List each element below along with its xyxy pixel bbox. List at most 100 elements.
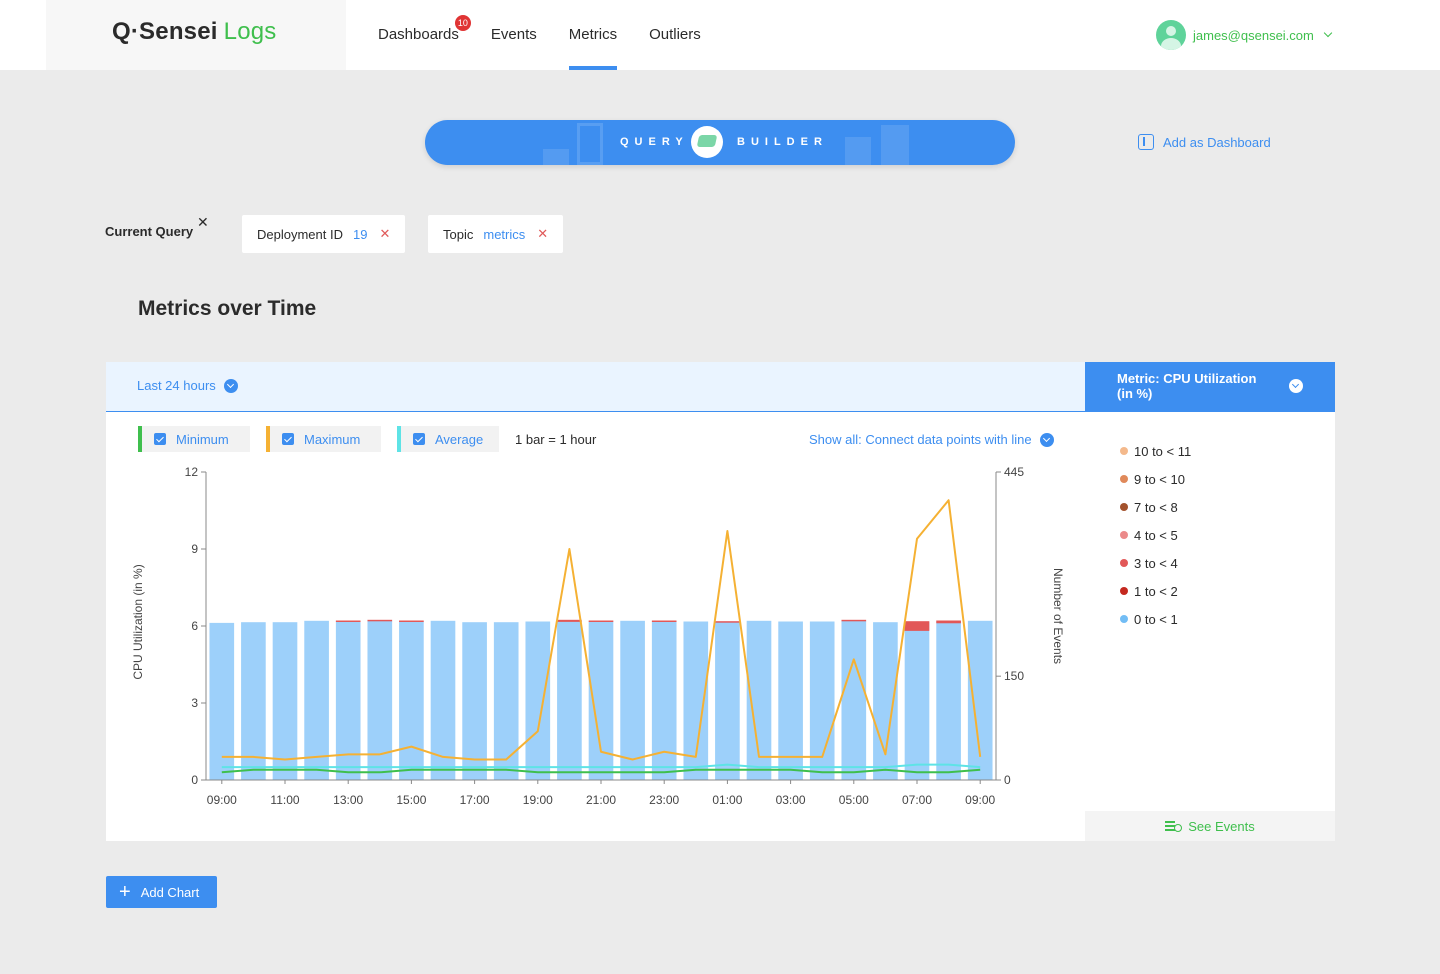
toggle-maximum-label: Maximum [304, 431, 361, 447]
bucket-label: 9 to < 10 [1134, 471, 1185, 487]
nav-outliers[interactable]: Outliers [649, 0, 701, 70]
remove-chip-close-icon[interactable]: ✕ [537, 226, 548, 242]
event-bar-high-bucket [335, 620, 361, 623]
qb-deco-bar [577, 123, 603, 165]
nav-events[interactable]: Events [491, 0, 537, 70]
chevron-down-icon[interactable] [1289, 379, 1303, 393]
y-tick-label: 3 [191, 696, 198, 710]
event-bar [493, 622, 519, 780]
event-bar [367, 620, 393, 780]
logo-brand: Q·Sensei [112, 18, 218, 45]
query-builder-icon [691, 126, 723, 158]
event-bar-high-bucket [715, 621, 740, 623]
bucket-label: 3 to < 4 [1134, 555, 1178, 571]
bucket-label: 1 to < 2 [1134, 583, 1178, 599]
filter-chip-topic: Topic metrics ✕ [428, 215, 564, 253]
chevron-down-icon [223, 378, 238, 393]
query-builder-button[interactable]: QUERY BUILDER [425, 120, 1015, 165]
time-range-label: Last 24 hours [137, 378, 216, 393]
time-range-dropdown[interactable]: Last 24 hours [137, 378, 238, 393]
event-bar [715, 622, 740, 780]
bucket-legend-item[interactable]: 10 to < 11 [1120, 437, 1191, 465]
event-bar-high-bucket [557, 619, 582, 622]
checkbox-checked-icon[interactable] [154, 433, 166, 445]
x-tick-label: 05:00 [839, 793, 869, 807]
show-all-dropdown[interactable]: Show all: Connect data points with line [809, 432, 1054, 447]
event-bar [904, 622, 930, 780]
event-bar [841, 620, 867, 780]
qb-label-right: BUILDER [737, 136, 828, 148]
event-bar-high-bucket [588, 620, 614, 623]
add-as-dashboard-label: Add as Dashboard [1163, 134, 1271, 150]
metric-selector[interactable]: Metric: CPU Utilization (in %) [1085, 362, 1335, 412]
event-bar-high-bucket [651, 620, 677, 623]
user-email: james@qsensei.com [1193, 27, 1314, 43]
chip-key: Deployment ID [257, 226, 343, 242]
bucket-legend-item[interactable]: 9 to < 10 [1120, 465, 1191, 493]
bucket-legend: 10 to < 11 9 to < 10 7 to < 8 4 to < 5 3 to … [1120, 437, 1191, 633]
y-axis-title: CPU Utilization (in %) [131, 564, 145, 679]
checkbox-checked-icon[interactable] [282, 433, 294, 445]
add-chart-button[interactable]: + Add Chart [106, 876, 217, 908]
event-bar-high-bucket [399, 620, 424, 623]
x-tick-label: 03:00 [776, 793, 806, 807]
clear-query-close-icon[interactable]: ✕ [197, 214, 209, 231]
event-bar [525, 621, 551, 780]
checkbox-checked-icon[interactable] [413, 433, 425, 445]
show-all-label: Show all: Connect data points with line [809, 432, 1032, 447]
chip-value: metrics [483, 226, 526, 242]
nav-outliers-label: Outliers [649, 26, 701, 43]
nav-dashboards[interactable]: Dashboards 10 [378, 0, 471, 70]
filter-chip-deployment: Deployment ID 19 ✕ [242, 215, 406, 253]
logo[interactable]: Q·Sensei Logs [112, 18, 276, 46]
series-color-swatch [138, 426, 142, 452]
nav-dashboards-label: Dashboards [378, 26, 459, 43]
list-search-icon [1165, 820, 1183, 832]
metrics-chart: 0 3 6 9 12 0 150 445 09:00 11:00 13:00 15:00 17:00 19… [131, 465, 1065, 807]
bucket-legend-item[interactable]: 0 to < 1 [1120, 605, 1191, 633]
bucket-legend-item[interactable]: 4 to < 5 [1120, 521, 1191, 549]
logo-area: Q·Sensei Logs [46, 0, 346, 70]
event-bar [462, 622, 487, 780]
event-bar-high-bucket [841, 619, 867, 622]
x-tick-label: 17:00 [460, 793, 490, 807]
toggle-maximum[interactable]: Maximum [266, 426, 381, 452]
bucket-color-dot [1120, 447, 1128, 455]
bucket-color-dot [1120, 503, 1128, 511]
metric-title: Metric: CPU Utilization (in %) [1117, 371, 1257, 401]
event-bar [936, 621, 961, 780]
plus-icon: + [119, 881, 131, 903]
bucket-color-dot [1120, 531, 1128, 539]
dashboard-icon [1138, 134, 1154, 150]
bucket-color-dot [1120, 475, 1128, 483]
add-as-dashboard-button[interactable]: Add as Dashboard [1138, 134, 1271, 150]
toggle-minimum-label: Minimum [176, 431, 229, 447]
x-tick-label: 21:00 [586, 793, 616, 807]
metric-panel: Metric: CPU Utilization (in %) 10 to < 1… [1085, 362, 1335, 841]
nav-metrics[interactable]: Metrics [568, 0, 618, 70]
event-bar [620, 620, 645, 780]
bucket-label: 10 to < 11 [1134, 443, 1192, 459]
bucket-color-dot [1120, 587, 1128, 595]
bucket-color-dot [1120, 615, 1128, 623]
y2-tick-label: 445 [1004, 465, 1024, 479]
user-menu[interactable]: james@qsensei.com [1156, 20, 1333, 50]
event-bar-high-bucket [367, 619, 393, 622]
avatar [1156, 20, 1186, 50]
y2-tick-label: 0 [1004, 773, 1011, 787]
series-color-swatch [266, 426, 270, 452]
toggle-average[interactable]: Average [397, 426, 499, 452]
bucket-legend-item[interactable]: 7 to < 8 [1120, 493, 1191, 521]
bucket-legend-item[interactable]: 3 to < 4 [1120, 549, 1191, 577]
x-tick-label: 07:00 [902, 793, 932, 807]
see-events-button[interactable]: See Events [1085, 811, 1335, 841]
event-bar [557, 620, 582, 780]
event-bar [651, 621, 677, 780]
toggle-minimum[interactable]: Minimum [138, 426, 250, 452]
x-tick-label: 01:00 [712, 793, 742, 807]
event-bar [399, 621, 424, 780]
qb-deco-bar [845, 137, 871, 165]
bucket-legend-item[interactable]: 1 to < 2 [1120, 577, 1191, 605]
remove-chip-close-icon[interactable]: ✕ [379, 226, 390, 242]
chevron-down-icon [1323, 28, 1333, 38]
